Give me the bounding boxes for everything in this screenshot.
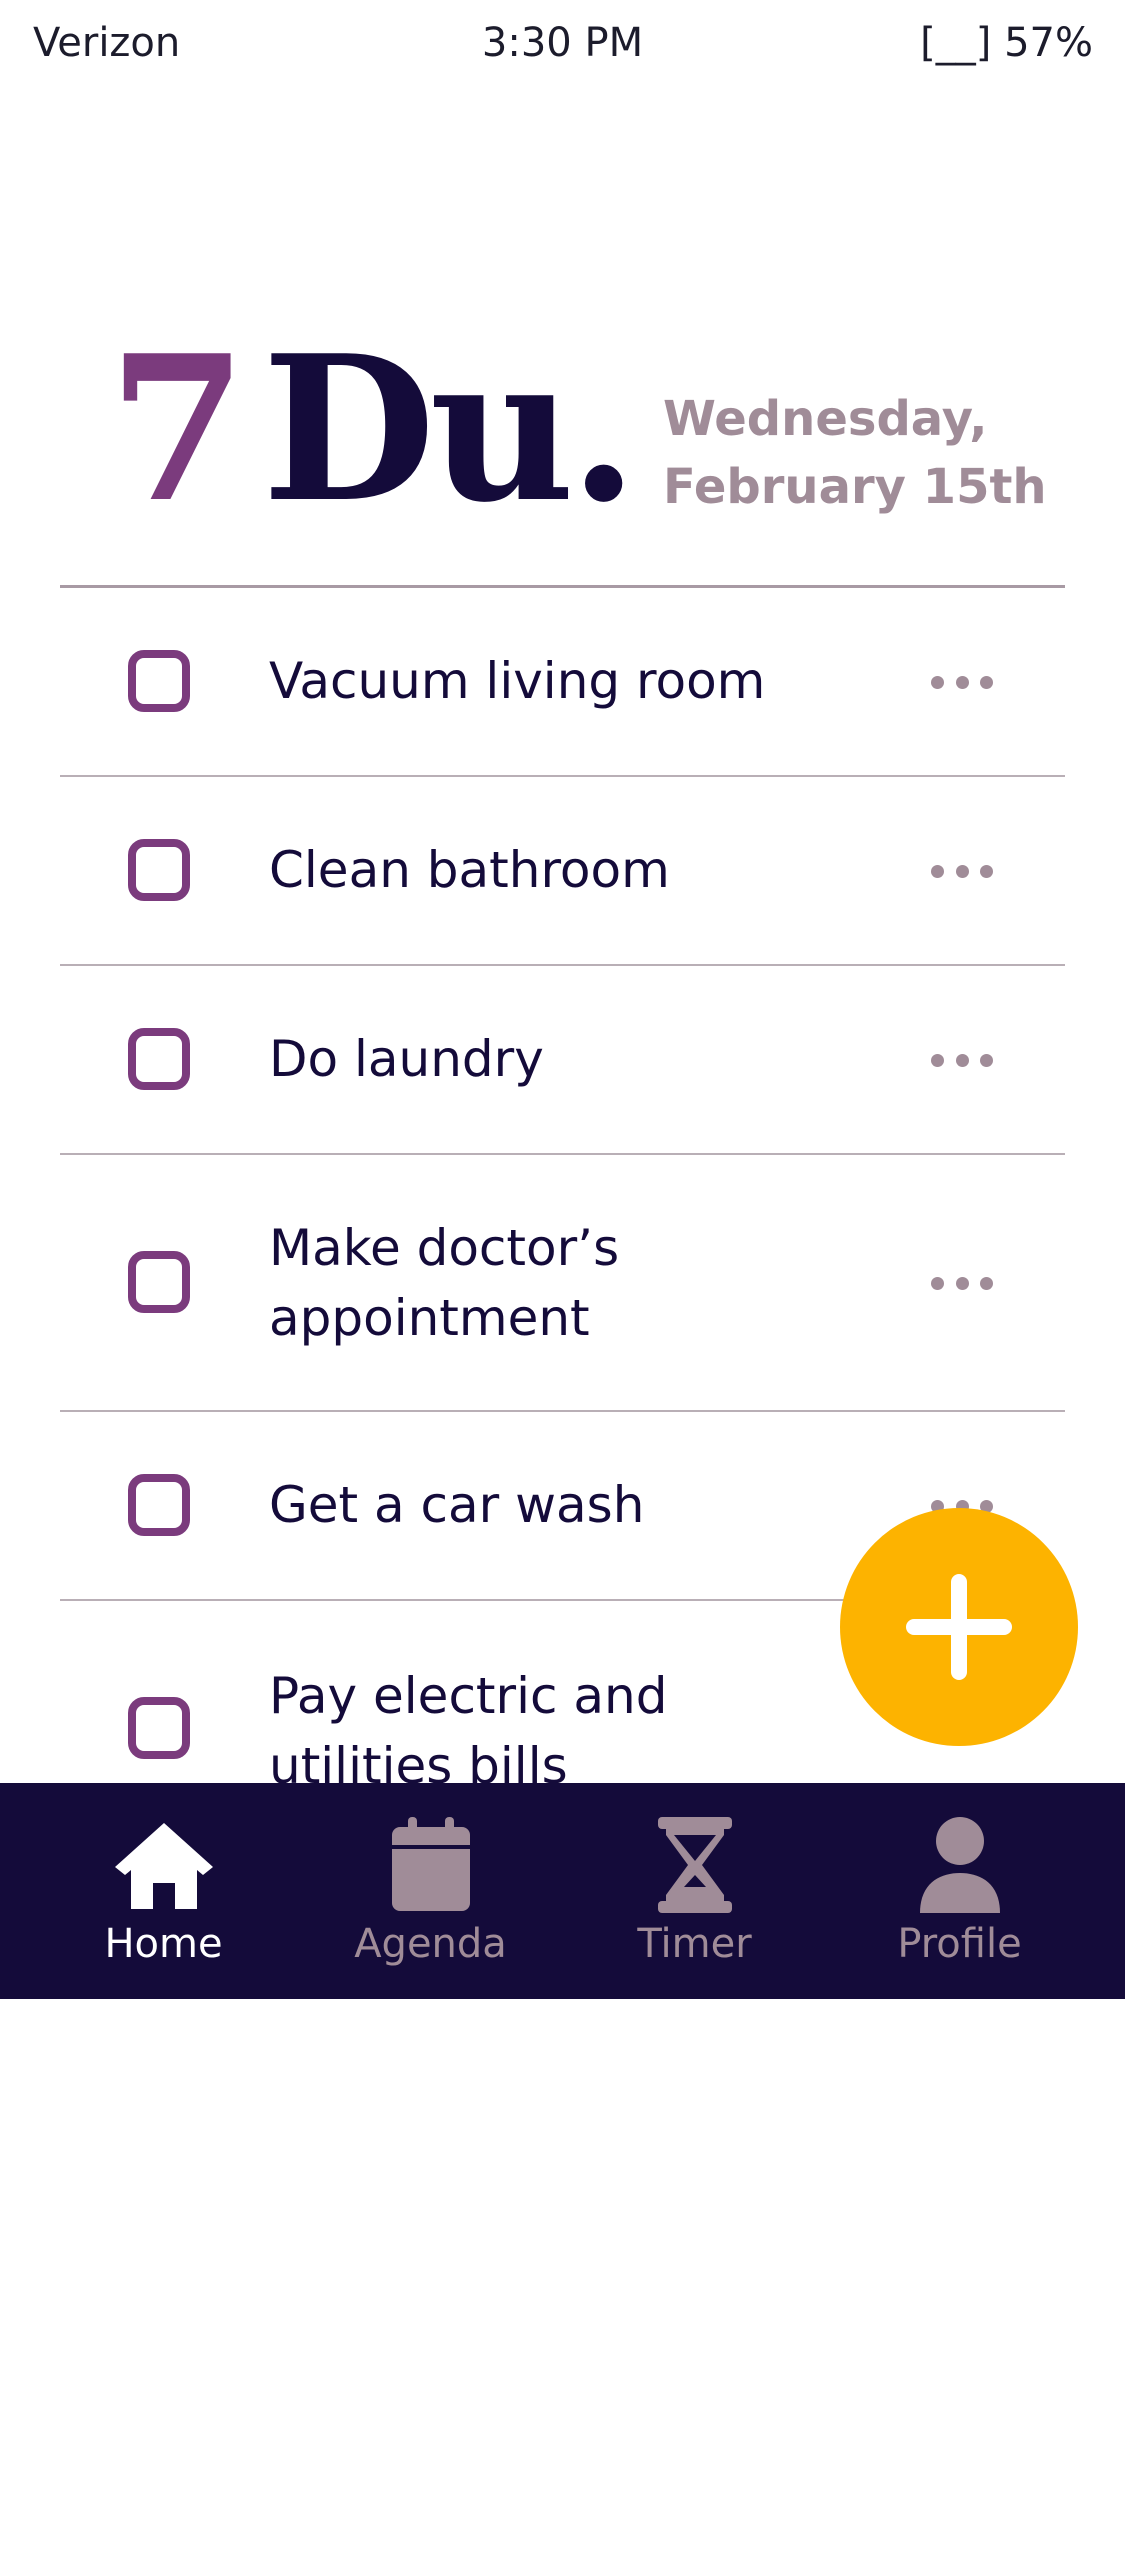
hourglass-icon bbox=[554, 1817, 835, 1915]
status-bar: Verizon 3:30 PM [__] 57% bbox=[0, 0, 1125, 95]
current-date: Wednesday, February 15th bbox=[663, 385, 1083, 521]
logo-word: Du. bbox=[262, 312, 638, 547]
task-item[interactable]: Vacuum living room bbox=[60, 588, 1065, 777]
task-label[interactable]: Vacuum living room bbox=[269, 646, 889, 716]
home-icon bbox=[23, 1817, 304, 1915]
task-checkbox[interactable] bbox=[128, 1028, 190, 1090]
plus-icon bbox=[906, 1574, 1012, 1680]
battery-status: [__] 57% bbox=[920, 20, 1093, 66]
app-header: 7 Du. Wednesday, February 15th bbox=[0, 330, 1125, 530]
task-item[interactable]: Clean bathroom bbox=[60, 777, 1065, 966]
person-icon bbox=[819, 1817, 1100, 1915]
calendar-icon bbox=[290, 1817, 571, 1915]
nav-home[interactable]: Home bbox=[23, 1783, 304, 1999]
task-checkbox[interactable] bbox=[128, 839, 190, 901]
logo-number: 7 bbox=[108, 312, 248, 547]
nav-label-profile: Profile bbox=[897, 1921, 1022, 1967]
task-checkbox[interactable] bbox=[128, 650, 190, 712]
more-options-icon[interactable] bbox=[931, 861, 993, 881]
more-options-icon[interactable] bbox=[931, 1273, 993, 1293]
nav-timer[interactable]: Timer bbox=[554, 1783, 835, 1999]
more-options-icon[interactable] bbox=[931, 672, 993, 692]
add-task-button[interactable] bbox=[840, 1508, 1078, 1746]
task-label[interactable]: Make doctor’s appointment bbox=[269, 1213, 699, 1353]
task-label[interactable]: Clean bathroom bbox=[269, 835, 889, 905]
task-label[interactable]: Get a car wash bbox=[269, 1470, 889, 1540]
task-label[interactable]: Pay electric and utilities bills bbox=[269, 1661, 739, 1801]
task-checkbox[interactable] bbox=[128, 1697, 190, 1759]
nav-label-timer: Timer bbox=[637, 1921, 752, 1967]
task-item[interactable]: Make doctor’s appointment bbox=[60, 1155, 1065, 1412]
bottom-nav: Home Agenda Timer Profile bbox=[0, 1783, 1125, 1999]
date-month-day: February 15th bbox=[663, 459, 1047, 515]
task-checkbox[interactable] bbox=[128, 1474, 190, 1536]
task-checkbox[interactable] bbox=[128, 1251, 190, 1313]
task-label[interactable]: Do laundry bbox=[269, 1024, 889, 1094]
nav-agenda[interactable]: Agenda bbox=[290, 1783, 571, 1999]
nav-profile[interactable]: Profile bbox=[819, 1783, 1100, 1999]
nav-label-agenda: Agenda bbox=[354, 1921, 507, 1967]
task-item[interactable]: Do laundry bbox=[60, 966, 1065, 1155]
more-options-icon[interactable] bbox=[931, 1050, 993, 1070]
date-weekday: Wednesday, bbox=[663, 391, 988, 447]
nav-label-home: Home bbox=[104, 1921, 223, 1967]
